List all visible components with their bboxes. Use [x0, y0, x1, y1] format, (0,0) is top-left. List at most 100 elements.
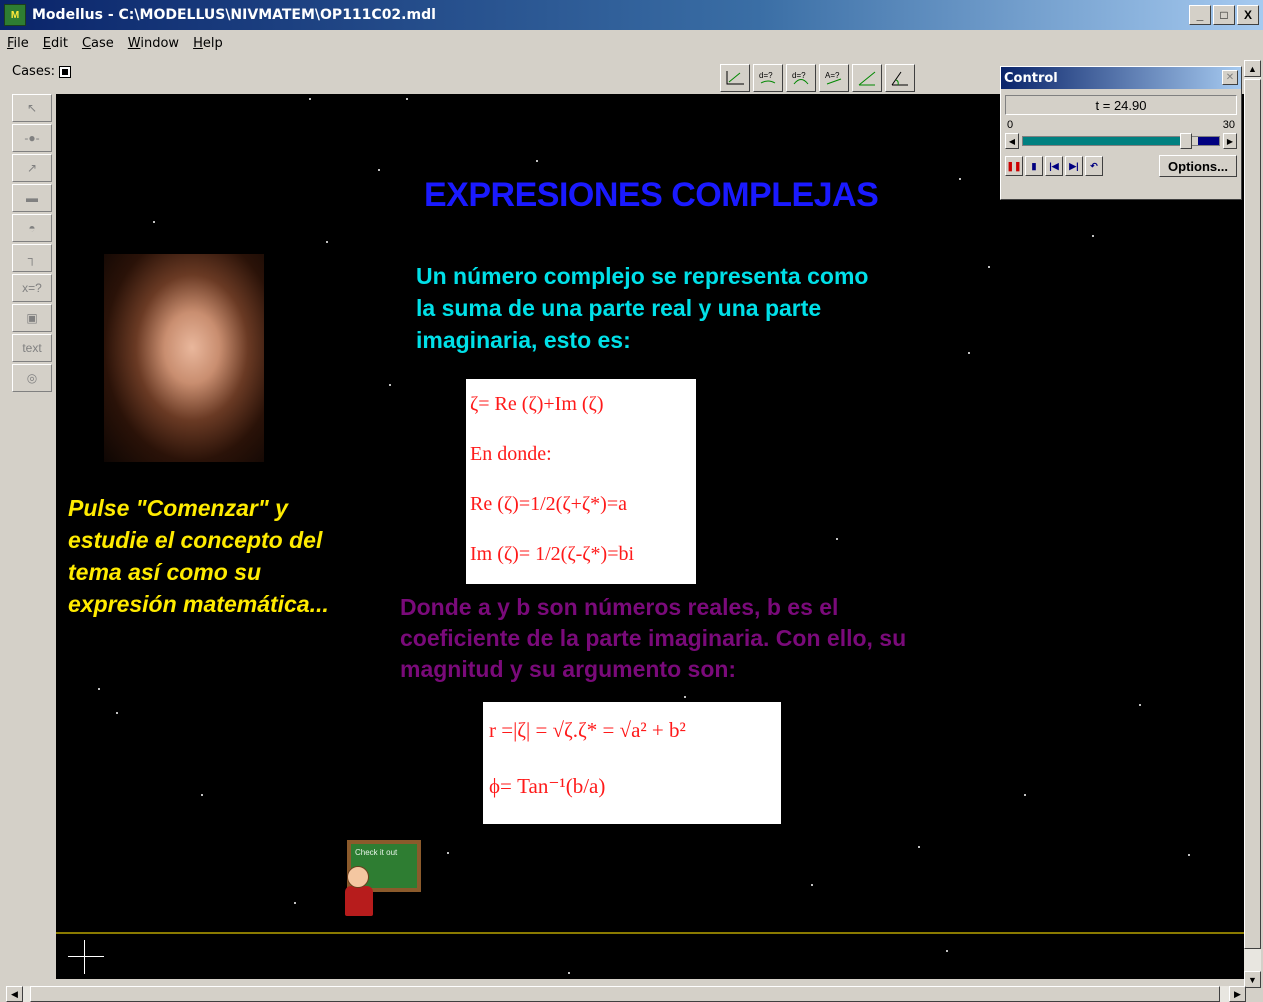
formula-line: ζ= Re (ζ)+Im (ζ) [470, 393, 604, 415]
star [1139, 704, 1141, 706]
star [1024, 794, 1026, 796]
origin-crosshair [84, 940, 85, 974]
scroll-right-icon[interactable]: ▶ [1229, 986, 1246, 1002]
menu-bar: File Edit Case Window Help [0, 31, 1263, 55]
playback-controls: ❚❚ ▮ |◀ ▶| ↶ Options... [1005, 155, 1237, 177]
animation-canvas[interactable]: EXPRESIONES COMPLEJAS Un número complejo… [56, 94, 1244, 979]
control-title: Control [1001, 67, 1241, 89]
control-window: Control ✕ t = 24.90 0 30 ◀ ▶ ❚❚ ▮ |◀ ▶| … [1000, 66, 1242, 200]
origin-crosshair [68, 956, 104, 957]
graph-icon[interactable] [720, 64, 750, 92]
star [684, 696, 686, 698]
modellus-app-icon[interactable]: M [4, 4, 26, 26]
explanation-text: Donde a y b son números reales, b es el … [400, 594, 907, 682]
svg-text:A=?: A=? [825, 71, 840, 80]
star [389, 384, 391, 386]
menu-case[interactable]: Case [75, 36, 121, 51]
slider-thumb[interactable] [1180, 133, 1192, 149]
time-display: t = 24.90 [1005, 95, 1237, 115]
star [326, 241, 328, 243]
scroll-up-icon[interactable]: ▲ [1244, 60, 1261, 77]
slider-right-arrow-icon[interactable]: ▶ [1223, 133, 1237, 149]
stop-icon[interactable]: ▮ [1025, 156, 1043, 176]
star [201, 794, 203, 796]
scroll-down-icon[interactable]: ▼ [1244, 971, 1261, 988]
svg-text:d=?: d=? [792, 71, 806, 80]
vertical-scrollbar[interactable]: ▲ ▼ [1244, 60, 1261, 988]
time-min: 0 [1007, 119, 1014, 131]
star [918, 846, 920, 848]
star [309, 98, 311, 100]
a-equals-icon[interactable]: A=? [819, 64, 849, 92]
minimize-button[interactable]: _ [1189, 5, 1211, 25]
star [946, 950, 948, 952]
menu-edit[interactable]: Edit [36, 36, 75, 51]
page-heading: EXPRESIONES COMPLEJAS [424, 176, 879, 214]
instruction-text: Pulse "Comenzar" y estudie el concepto d… [68, 495, 329, 617]
star [294, 902, 296, 904]
horizontal-scroll-thumb[interactable] [30, 986, 1220, 1002]
formula-line: Im (ζ)= 1/2(ζ-ζ*)=bi [470, 543, 635, 565]
bar-tool-icon[interactable]: ▬ [12, 184, 52, 212]
formula-line: En donde: [470, 443, 552, 465]
slider-remaining [1198, 137, 1219, 145]
slider-track[interactable] [1022, 133, 1220, 149]
menu-file[interactable]: File [0, 36, 36, 51]
vertical-scroll-thumb[interactable] [1244, 79, 1261, 949]
title-bar: M Modellus - C:\MODELLUS\NIVMATEM\OP111C… [0, 0, 1263, 30]
time-slider[interactable]: ◀ ▶ [1005, 133, 1237, 149]
magnitude-formula: r =|ζ| = √ζ.ζ* = √a² + b² [489, 718, 686, 742]
star [1188, 854, 1190, 856]
replay-icon[interactable]: ↶ [1085, 156, 1103, 176]
close-button[interactable]: X [1237, 5, 1259, 25]
star [406, 98, 408, 100]
menu-help[interactable]: Help [186, 36, 230, 51]
text-tool-icon[interactable]: text [12, 334, 52, 362]
skip-forward-icon[interactable]: ▶| [1065, 156, 1083, 176]
time-max: 30 [1222, 119, 1235, 131]
dx-equals-icon[interactable]: d=? [786, 64, 816, 92]
angle-icon[interactable] [852, 64, 882, 92]
control-close-icon[interactable]: ✕ [1222, 70, 1238, 85]
image-tool-icon[interactable]: ▣ [12, 304, 52, 332]
star [988, 266, 990, 268]
time-range: 0 30 [1005, 119, 1237, 133]
star [378, 169, 380, 171]
options-button[interactable]: Options... [1159, 155, 1237, 177]
pause-icon[interactable]: ❚❚ [1005, 156, 1023, 176]
scroll-left-icon[interactable]: ◀ [6, 986, 23, 1002]
star [447, 852, 449, 854]
meter-tool-icon[interactable]: ◓ [12, 214, 52, 242]
star [968, 352, 970, 354]
professor-chalkboard-image: Check it out [341, 834, 425, 926]
star [811, 884, 813, 886]
magnitude-argument-box: r =|ζ| = √ζ.ζ* = √a² + b² ϕ= Tan⁻¹(b/a) [483, 702, 781, 824]
x-equals-icon[interactable]: d=? [753, 64, 783, 92]
horizontal-scrollbar[interactable]: ◀ ▶ [6, 986, 1246, 1002]
formula-line: Re (ζ)=1/2(ζ+ζ*)=a [470, 493, 627, 515]
angle-measure-icon[interactable] [885, 64, 915, 92]
maximize-button[interactable]: □ [1213, 5, 1235, 25]
argument-formula: ϕ= Tan⁻¹(b/a) [489, 774, 606, 798]
pointer-tool-icon[interactable]: ↖ [12, 94, 52, 122]
case-checkbox[interactable] [58, 65, 71, 78]
cases-label: Cases: [12, 64, 55, 79]
star [1092, 235, 1094, 237]
menu-window[interactable]: Window [121, 36, 186, 51]
top-toolbar: d=? d=? A=? [720, 64, 915, 92]
ground-line [56, 932, 1244, 934]
ruler-tool-icon[interactable]: ┐ [12, 244, 52, 272]
star [836, 538, 838, 540]
target-tool-icon[interactable]: ◎ [12, 364, 52, 392]
professor-figure [343, 866, 375, 924]
particle-tool-icon[interactable]: -●- [12, 124, 52, 152]
slider-left-arrow-icon[interactable]: ◀ [1005, 133, 1019, 149]
star [98, 688, 100, 690]
skip-back-icon[interactable]: |◀ [1045, 156, 1063, 176]
equation-tool-icon[interactable]: x=? [12, 274, 52, 302]
slider-fill [1023, 137, 1186, 145]
vector-tool-icon[interactable]: ↗ [12, 154, 52, 182]
star [568, 972, 570, 974]
left-toolbar: ↖ -●- ↗ ▬ ◓ ┐ x=? ▣ text ◎ [12, 94, 52, 392]
star [959, 178, 961, 180]
